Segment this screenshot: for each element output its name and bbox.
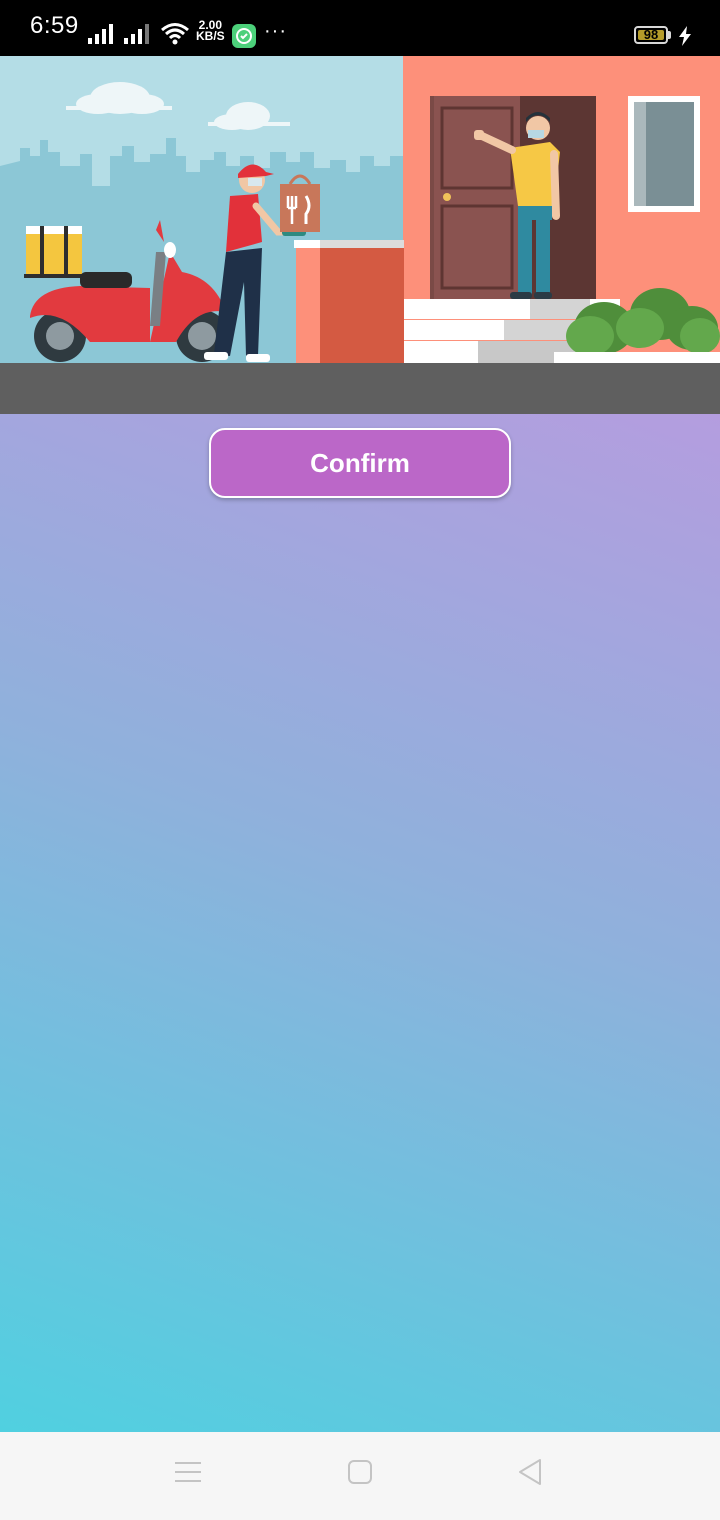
status-bar: 6:59 2.00 KB/S ··· 98 (0, 0, 720, 56)
signal-icon-2 (124, 24, 149, 44)
home-square-icon[interactable] (346, 1458, 374, 1486)
clock: 6:59 (30, 12, 79, 39)
battery-icon: 98 (634, 26, 668, 44)
navigation-bar (0, 1432, 720, 1520)
main-content: Confirm (0, 414, 720, 1432)
charging-icon (679, 26, 691, 46)
back-triangle-icon[interactable] (516, 1458, 544, 1486)
confirm-button[interactable]: Confirm (209, 428, 511, 498)
signal-icon (88, 24, 113, 44)
network-speed: 2.00 KB/S (196, 19, 225, 43)
network-speed-unit: KB/S (196, 29, 225, 43)
wifi-icon (161, 23, 189, 45)
app-notification-icon (232, 24, 256, 48)
delivery-illustration (0, 56, 720, 414)
menu-icon[interactable] (174, 1458, 202, 1486)
more-notifications-icon: ··· (264, 20, 287, 42)
battery-level: 98 (643, 27, 659, 42)
